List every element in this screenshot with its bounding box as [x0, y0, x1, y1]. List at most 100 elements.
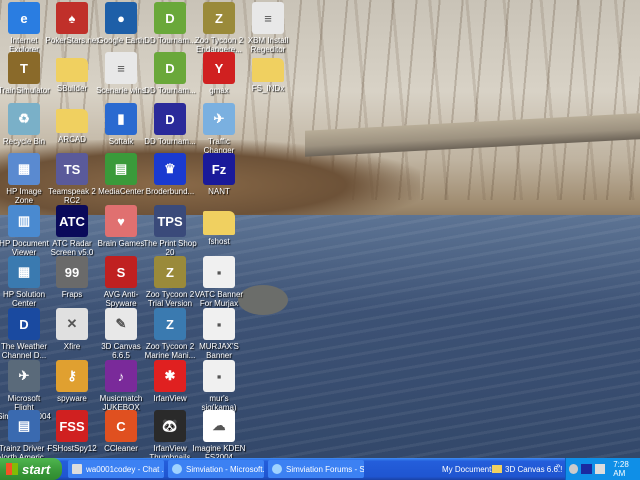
taskbar: start wa0001codey - Chat ... Simviation … [0, 458, 640, 480]
desktop-icon-label: AVG Anti-Spyware [103, 290, 139, 308]
desktop-icon[interactable]: FSS FSHostSpy12 [45, 410, 99, 453]
desktop-icon-label: ARCAD [57, 135, 86, 144]
brain-games-icon: ♥ [105, 205, 137, 237]
desktop-icon-label: TrainSimulator [0, 86, 50, 95]
desktop-icon[interactable]: Z Zoo Tycoon 2 Trial Version [143, 256, 197, 308]
image-file-icon: ▪ [203, 308, 235, 340]
desktop-icon[interactable]: ▪ MURJAX'S Banner [192, 308, 246, 360]
desktop-icon[interactable]: ✎ 3D Canvas 6.6.5 [94, 308, 148, 360]
desktop-icon-label: Broderbund... [145, 187, 195, 196]
desktop-icon[interactable]: D The Weather Channel D... [0, 308, 51, 360]
desktop-icon-label: Google Earth [97, 36, 145, 45]
taskbar-button-simviation-forums[interactable]: Simviation Forums - S... [268, 460, 364, 478]
desktop-icon[interactable]: D DD Tournam... [143, 2, 197, 45]
desktop-icon-label: spyware [57, 394, 87, 403]
desktop-icon[interactable]: ✕ Xfire [45, 308, 99, 351]
start-button[interactable]: start [0, 458, 62, 480]
desktop-icon[interactable]: ARCAD [45, 103, 99, 144]
desktop-icon[interactable]: ▪ mur's sig(kama) [192, 360, 246, 412]
desktop-icon[interactable]: ≡ Scenarie wins [94, 52, 148, 95]
desktop-icon[interactable]: Z Zoo Tycoon 2 Marine Mani... [143, 308, 197, 360]
desktop-icon[interactable]: SBuilder [45, 52, 99, 93]
folder-icon [492, 465, 502, 473]
taskbar-button-simviation[interactable]: Simviation - Microsoft... [168, 460, 264, 478]
desktop-icon-label: SBuilder [56, 84, 88, 93]
taskbar-button-chat[interactable]: wa0001codey - Chat ... [68, 460, 164, 478]
ccleaner-icon: C [105, 410, 137, 442]
desktop-icon[interactable]: Ygmax [192, 52, 246, 95]
xfire-icon: ✕ [56, 308, 88, 340]
desktop-icon[interactable]: ♛ Broderbund... [143, 153, 197, 196]
desktop-icon-label: NANT [208, 187, 230, 196]
toolbar-chevron[interactable]: » [556, 454, 560, 476]
tray-network-icon[interactable] [581, 464, 592, 474]
desktop-icon[interactable]: ♥ Brain Games [94, 205, 148, 248]
desktop-icon[interactable]: ▦ HP Solution Center [0, 256, 51, 308]
desktop-icon[interactable]: 🐼IrfanView Thumbnails [143, 410, 197, 462]
desktop-icon[interactable]: ≡ XBM Install Regeditor [241, 2, 295, 54]
desktop-icon[interactable]: D DD Tournam... [143, 103, 197, 146]
desktop-icon[interactable]: C CCleaner [94, 410, 148, 453]
desktop-icon[interactable]: TS Teamspeak 2 RC2 [45, 153, 99, 205]
broderbund-icon: ♛ [154, 153, 186, 185]
desktop-icon[interactable]: D DD Tournam... [143, 52, 197, 95]
desktop-icon-label: DD Tournam... [144, 86, 196, 95]
desktop-icon[interactable]: TPS The Print Shop 20 [143, 205, 197, 257]
desktop-icon[interactable]: ● Google Earth [94, 2, 148, 45]
desktop-icon-label: Zoo Tycoon 2 Trial Version [145, 290, 195, 308]
desktop-icon[interactable]: T TrainSimulator [0, 52, 51, 95]
desktop-icon-label: 3D Canvas 6.6.5 [101, 342, 141, 360]
tray-volume-icon[interactable] [569, 464, 579, 474]
desktop-icon[interactable]: Z Zoo Tycoon 2 Endangere... [192, 2, 246, 54]
desktop-icon[interactable]: FS_INDx [241, 52, 295, 93]
cloud-icon: ☁ [203, 410, 235, 442]
desktop-icon[interactable]: ♠ PokerStars.net [45, 2, 99, 45]
toolbar-3d-canvas[interactable]: 3D Canvas 6.6.! [492, 458, 562, 480]
desktop-icon[interactable]: 99 Fraps [45, 256, 99, 299]
desktop-icon[interactable]: ♪ Musicmatch JUKEBOX [94, 360, 148, 412]
zoo-tycoon-icon: Z [203, 2, 235, 34]
traffic-changer-icon: ✈ [203, 103, 235, 135]
fshostspy-icon: FSS [56, 410, 88, 442]
desktop-icon[interactable]: ▤ MediaCenter [94, 153, 148, 196]
desktop-icon[interactable]: ✈ Traffic Changer [192, 103, 246, 155]
desktop-icon[interactable]: ▤Trainz Driver - North Americ... [0, 410, 51, 462]
desktop-icon[interactable]: S AVG Anti-Spyware [94, 256, 148, 308]
dd-tournament-icon: D [154, 103, 186, 135]
image-file-icon: ▪ [203, 360, 235, 392]
desktop-icon-label: HP Solution Center [2, 290, 46, 308]
desktop-icon-label: Brain Games [97, 239, 145, 248]
folder-icon [56, 109, 88, 133]
hp-solution-center-icon: ▦ [8, 256, 40, 288]
desktop-icon[interactable]: fshost [192, 205, 246, 246]
desktop-icon[interactable]: ▦ HP Image Zone [0, 153, 51, 205]
windows-flag-icon [6, 463, 18, 475]
desktop-icon[interactable]: ⚷ spyware [45, 360, 99, 403]
desktop-icon-label: Scenarie wins [96, 86, 146, 95]
trainz-icon: ▤ [8, 410, 40, 442]
pokerstars-icon: ♠ [56, 2, 88, 34]
folder-icon [252, 58, 284, 82]
desktop-icon[interactable]: ✱ IrfanView [143, 360, 197, 403]
system-tray: 7:28 AM [565, 458, 640, 480]
desktop-icon-label: Teamspeak 2 RC2 [48, 187, 96, 205]
desktop-icon-label: Fraps [61, 290, 83, 299]
hp-document-viewer-icon: ▥ [8, 205, 40, 237]
desktop-icon-label: gmax [209, 86, 229, 95]
desktop-icon-label: DD Tournam... [144, 36, 196, 45]
desktop-icon[interactable]: ☁Imagine KDEN FS2004 [192, 410, 246, 462]
tray-xfire-icon[interactable] [594, 464, 606, 474]
toolbar-my-documents[interactable]: My Documents [442, 458, 495, 480]
zoo-tycoon-icon: Z [154, 256, 186, 288]
desktop-icon[interactable]: Fz NANT [192, 153, 246, 196]
desktop-icon[interactable]: ♻ Recycle Bin [0, 103, 51, 146]
desktop-icon[interactable]: ▪ VATC Banner For Murjax [192, 256, 246, 308]
start-label: start [22, 461, 51, 477]
clock[interactable]: 7:28 AM [613, 460, 640, 478]
desktop-icon[interactable]: e Internet Explorer [0, 2, 51, 54]
desktop-icon[interactable]: ATC ATC Radar Screen v5.0 [45, 205, 99, 257]
desktop-icon[interactable]: ▮ Softalk [94, 103, 148, 146]
desktop-icon[interactable]: ▥ HP Document Viewer [0, 205, 51, 257]
google-earth-icon: ● [105, 2, 137, 34]
desktop-icon-label: HP Document Viewer [0, 239, 49, 257]
